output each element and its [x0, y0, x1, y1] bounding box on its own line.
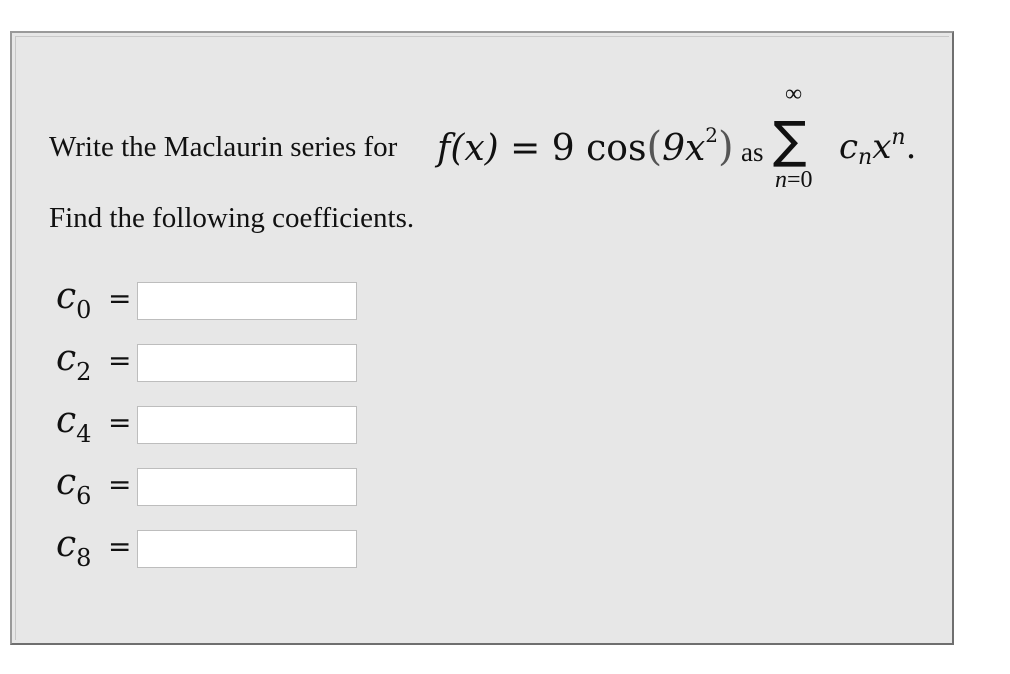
coefficient-symbol: c — [56, 462, 77, 503]
function-equals: = — [498, 128, 552, 169]
coefficient-symbol: c — [56, 400, 77, 441]
coefficient-row-c4: c4 = — [56, 400, 376, 448]
function-inner-exponent: 2 — [705, 123, 719, 147]
c0-input[interactable] — [137, 282, 357, 320]
term-period: . — [905, 127, 917, 167]
coefficient-label: c4 — [56, 400, 91, 448]
term-subscript: n — [858, 145, 873, 170]
coefficient-label: c6 — [56, 462, 91, 510]
coefficient-row-c8: c8 = — [56, 524, 376, 572]
c6-input[interactable] — [137, 468, 357, 506]
equals-sign: = — [108, 344, 132, 377]
summation: ∞ ∑ n=0 — [771, 81, 831, 197]
term-exponent: n — [891, 125, 906, 150]
term-base: c — [839, 127, 859, 167]
function-coefficient: 9 — [551, 128, 575, 169]
c8-input[interactable] — [137, 530, 357, 568]
coefficient-index: 2 — [76, 358, 92, 386]
equals-sign: = — [108, 406, 132, 439]
equals-sign: = — [108, 282, 132, 315]
coefficient-label: c8 — [56, 524, 91, 572]
c4-input[interactable] — [137, 406, 357, 444]
series-term: cnxn. — [839, 125, 916, 170]
c2-input[interactable] — [137, 344, 357, 382]
coefficient-row-c2: c2 = — [56, 338, 376, 386]
summation-lower-rest: =0 — [787, 167, 813, 193]
coefficient-symbol: c — [56, 524, 77, 565]
summation-upper-limit: ∞ — [785, 81, 803, 107]
function-inner: 9x — [662, 128, 706, 169]
question-panel: Write the Maclaurin series for f(x) = 9 … — [10, 31, 954, 645]
term-variable: x — [872, 127, 892, 167]
coefficient-index: 6 — [76, 482, 92, 510]
function-expression: f(x) = 9 cos(9x2) — [437, 123, 734, 170]
coefficient-row-c6: c6 = — [56, 462, 376, 510]
function-lhs: f(x) — [437, 128, 499, 169]
summation-symbol: ∑ — [773, 111, 807, 169]
instructions-text: Find the following coefficients. — [49, 202, 415, 234]
summation-lower-var: n — [775, 167, 787, 193]
coefficient-label: c0 — [56, 276, 91, 324]
coefficient-index: 0 — [76, 296, 92, 324]
coefficient-index: 8 — [76, 544, 92, 572]
question-prefix-text: Write the Maclaurin series for — [49, 131, 398, 163]
summation-lower-limit: n=0 — [775, 167, 813, 194]
function-close-paren: ) — [718, 124, 734, 170]
coefficient-row-c0: c0 = — [56, 276, 376, 324]
question-statement: Write the Maclaurin series for f(x) = 9 … — [49, 81, 949, 197]
coefficient-symbol: c — [56, 276, 77, 317]
coefficient-symbol: c — [56, 338, 77, 379]
function-open-paren: ( — [646, 124, 663, 170]
equals-sign: = — [108, 530, 132, 563]
equals-sign: = — [108, 468, 132, 501]
function-name: cos — [574, 128, 647, 169]
as-word: as — [741, 137, 764, 167]
question-panel-inner: Write the Maclaurin series for f(x) = 9 … — [15, 36, 949, 640]
coefficient-label: c2 — [56, 338, 91, 386]
coefficient-index: 4 — [76, 420, 92, 448]
